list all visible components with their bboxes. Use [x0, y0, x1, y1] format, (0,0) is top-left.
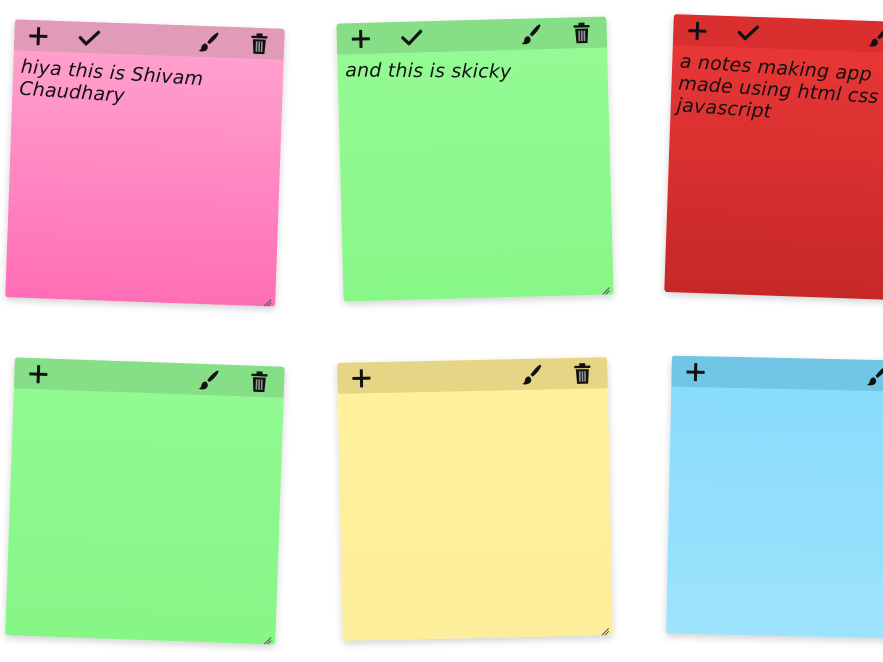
- resize-grip-icon[interactable]: [263, 632, 272, 645]
- sticky-note[interactable]: hiya this is Shivam Chaudhary: [5, 19, 285, 307]
- paintbrush-icon[interactable]: [863, 363, 883, 390]
- plus-icon[interactable]: [25, 23, 52, 50]
- sticky-note[interactable]: and this is skicky: [336, 16, 614, 302]
- trash-icon[interactable]: [246, 368, 273, 395]
- plus-icon[interactable]: [684, 17, 711, 44]
- note-toolbar: [13, 19, 285, 60]
- sticky-note[interactable]: [337, 357, 613, 641]
- trash-icon[interactable]: [569, 360, 596, 387]
- note-toolbar: [13, 357, 285, 398]
- resize-grip-icon[interactable]: [601, 283, 610, 296]
- plus-icon[interactable]: [682, 359, 709, 386]
- sticky-note[interactable]: [666, 355, 883, 639]
- plus-icon[interactable]: [348, 365, 375, 392]
- notes-board: hiya this is Shivam Chaudhary and this i…: [0, 0, 883, 662]
- resize-grip-icon[interactable]: [601, 623, 610, 636]
- check-icon[interactable]: [76, 25, 103, 52]
- note-text[interactable]: a notes making app made using html css j…: [664, 50, 883, 298]
- paintbrush-icon[interactable]: [518, 362, 545, 389]
- paintbrush-icon[interactable]: [517, 21, 544, 48]
- check-icon[interactable]: [735, 19, 762, 46]
- plus-icon[interactable]: [25, 361, 52, 388]
- note-text[interactable]: [5, 394, 277, 645]
- note-text[interactable]: [343, 399, 602, 637]
- note-toolbar: [336, 16, 608, 55]
- note-text[interactable]: hiya this is Shivam Chaudhary: [5, 56, 277, 307]
- plus-icon[interactable]: [347, 26, 374, 53]
- trash-icon[interactable]: [246, 30, 273, 57]
- note-toolbar: [671, 355, 883, 392]
- paintbrush-icon[interactable]: [195, 29, 222, 56]
- sticky-note[interactable]: a notes making app made using html css j…: [664, 14, 883, 300]
- check-icon[interactable]: [398, 24, 425, 51]
- note-toolbar: [672, 14, 883, 54]
- note-text[interactable]: and this is skicky: [343, 59, 601, 295]
- resize-grip-icon[interactable]: [263, 294, 272, 307]
- note-text[interactable]: [666, 392, 883, 638]
- paintbrush-icon[interactable]: [195, 367, 222, 394]
- note-toolbar: [337, 357, 608, 394]
- trash-icon[interactable]: [568, 20, 595, 47]
- paintbrush-icon[interactable]: [865, 24, 883, 51]
- sticky-note[interactable]: [5, 357, 285, 645]
